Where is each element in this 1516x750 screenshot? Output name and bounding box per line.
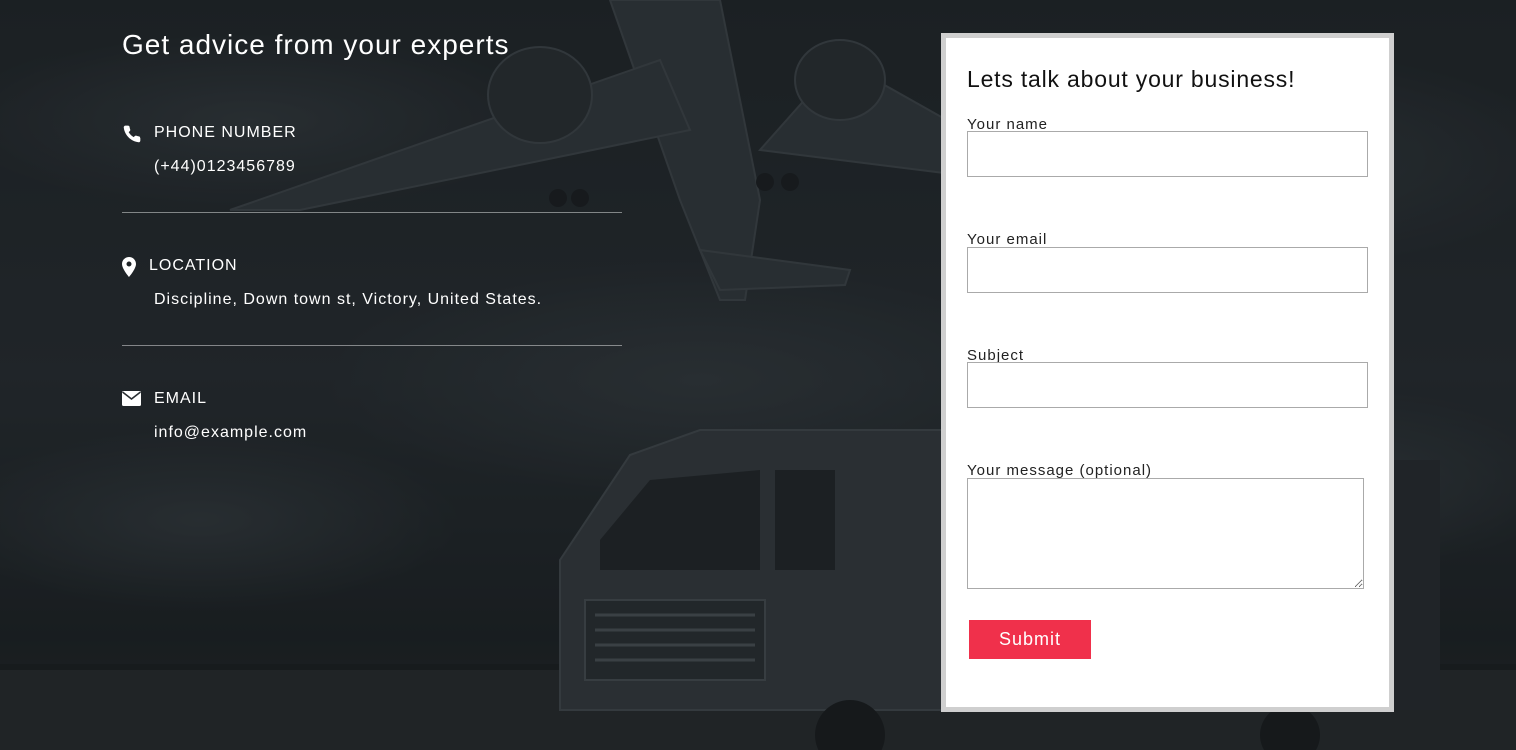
divider: [122, 212, 622, 213]
message-textarea[interactable]: [967, 478, 1364, 589]
divider: [122, 345, 622, 346]
map-pin-icon: [122, 257, 144, 277]
email-input[interactable]: [967, 247, 1368, 293]
name-input[interactable]: [967, 131, 1368, 177]
phone-value: (+44)0123456789: [154, 158, 296, 175]
form-title: Lets talk about your business!: [967, 66, 1296, 92]
location-title: LOCATION: [149, 257, 238, 274]
email-value: info@example.com: [154, 424, 308, 441]
phone-icon: [122, 124, 144, 144]
email-info: EMAIL info@example.com: [122, 390, 622, 450]
submit-button[interactable]: Submit: [969, 620, 1091, 659]
phone-info: PHONE NUMBER (+44)0123456789: [122, 124, 622, 184]
envelope-icon: [122, 391, 144, 411]
contact-form: Lets talk about your business! Your name…: [941, 33, 1394, 712]
section-headline: Get advice from your experts: [122, 29, 510, 60]
phone-title: PHONE NUMBER: [154, 124, 297, 141]
subject-input[interactable]: [967, 362, 1368, 408]
email-label: Your email: [967, 231, 1048, 248]
location-value: Discipline, Down town st, Victory, Unite…: [154, 291, 543, 308]
email-title: EMAIL: [154, 390, 208, 407]
location-info: LOCATION Discipline, Down town st, Victo…: [122, 257, 622, 317]
message-label: Your message (optional): [967, 462, 1153, 479]
